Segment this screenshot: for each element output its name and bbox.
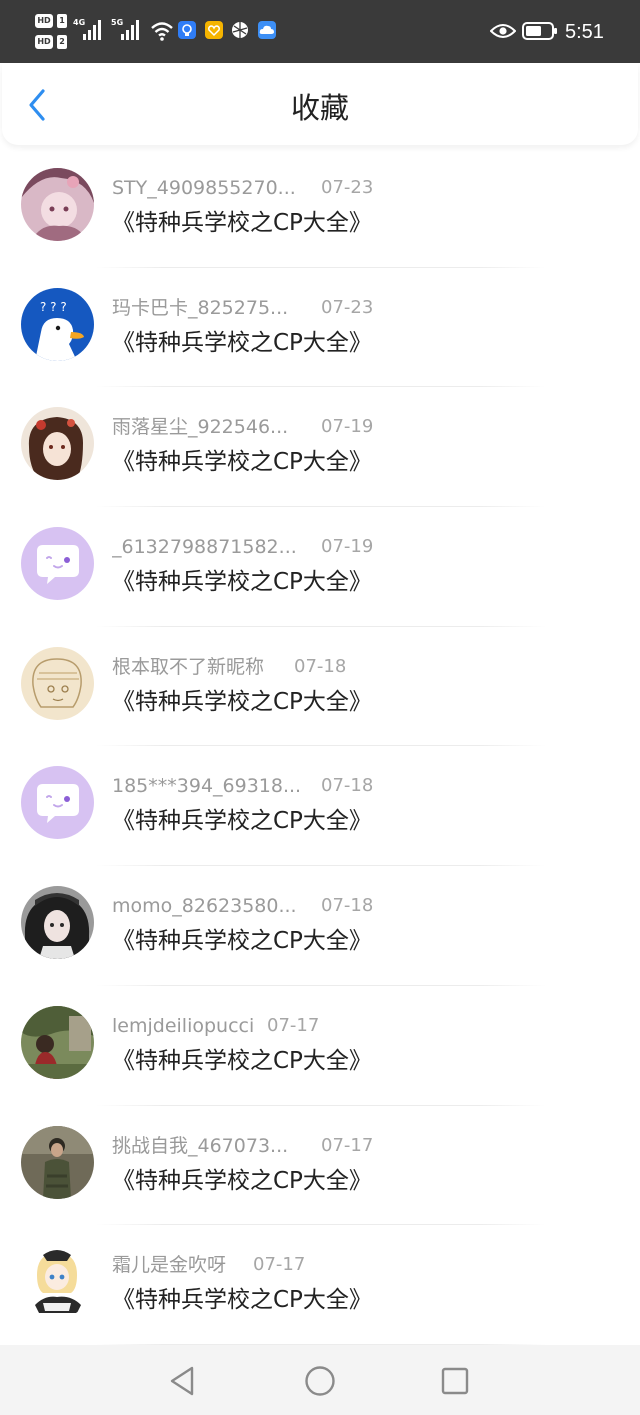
svg-text:? ? ?: ? ? ? [40, 300, 67, 314]
battery-icon [522, 22, 557, 40]
list-item[interactable]: 根本取不了新昵称 07-18 《特种兵学校之CP大全》 [0, 627, 640, 747]
book-title[interactable]: 《特种兵学校之CP大全》 [112, 1285, 372, 1315]
book-title[interactable]: 《特种兵学校之CP大全》 [112, 447, 372, 477]
book-title[interactable]: 《特种兵学校之CP大全》 [112, 1166, 372, 1196]
list-item[interactable]: 霜儿是金吹呀 07-17 《特种兵学校之CP大全》 [0, 1225, 640, 1345]
book-title[interactable]: 《特种兵学校之CP大全》 [112, 687, 372, 717]
cloud-app-icon [258, 21, 276, 39]
book-title[interactable]: 《特种兵学校之CP大全》 [112, 208, 372, 238]
username: momo_82623580... [112, 895, 297, 918]
book-title[interactable]: 《特种兵学校之CP大全》 [112, 1046, 372, 1076]
list-item[interactable]: _6132798871582... 07-19 《特种兵学校之CP大全》 [0, 507, 640, 627]
home-circle-icon [305, 1366, 335, 1396]
book-title[interactable]: 《特种兵学校之CP大全》 [112, 328, 372, 358]
signal-strength-2-icon: 5G [111, 18, 145, 42]
header: 收藏 [2, 63, 638, 145]
sim2-hd-label: HD [35, 35, 53, 49]
nav-home-button[interactable] [302, 1363, 338, 1399]
bulb-app-icon [178, 21, 196, 39]
book-title[interactable]: 《特种兵学校之CP大全》 [112, 567, 372, 597]
username: 玛卡巴卡_825275... [112, 296, 289, 319]
book-title[interactable]: 《特种兵学校之CP大全》 [112, 806, 372, 836]
date: 07-17 [267, 1014, 320, 1036]
status-time: 5:51 [565, 21, 604, 43]
list-item[interactable]: 挑战自我_467073... 07-17 《特种兵学校之CP大全》 [0, 1106, 640, 1226]
sim1-number: 1 [57, 14, 67, 28]
avatar[interactable] [21, 1245, 94, 1319]
date: 07-23 [321, 296, 374, 318]
avatar[interactable] [21, 407, 94, 481]
username: 挑战自我_467073... [112, 1134, 289, 1157]
sim1-indicator: HD 1 [35, 14, 67, 28]
date: 07-19 [321, 416, 374, 438]
back-triangle-icon [170, 1366, 194, 1396]
status-bar: HD 1 HD 2 4G 5G 5:51 [0, 0, 640, 63]
book-title[interactable]: 《特种兵学校之CP大全》 [112, 926, 372, 956]
list-item[interactable]: ? ? ? 玛卡巴卡_825275... 07-23 《特种兵学校之CP大全》 [0, 268, 640, 388]
sim2-indicator: HD 2 [35, 35, 67, 49]
date: 07-18 [321, 895, 374, 917]
username: 185***394_69318... [112, 775, 302, 798]
username: lemjdeiliopucci [112, 1014, 255, 1037]
date: 07-23 [321, 177, 374, 198]
username: 根本取不了新昵称 [112, 655, 265, 678]
default-avatar-icon [21, 527, 94, 601]
avatar[interactable] [21, 527, 94, 601]
signal-strength-1-icon: 4G [73, 18, 107, 42]
sim2-number: 2 [57, 35, 67, 49]
list-item[interactable]: momo_82623580... 07-18 《特种兵学校之CP大全》 [0, 866, 640, 986]
recent-square-icon [441, 1367, 469, 1395]
list-item[interactable]: STY_4909855270... 07-23 《特种兵学校之CP大全》 [0, 148, 640, 268]
avatar[interactable] [21, 646, 94, 720]
ball-app-icon [231, 21, 249, 39]
nav-recents-button[interactable] [437, 1363, 473, 1399]
system-navigation-bar [0, 1345, 640, 1415]
date: 07-17 [321, 1134, 374, 1156]
avatar[interactable] [21, 1005, 94, 1079]
avatar[interactable] [21, 168, 94, 241]
date: 07-18 [321, 775, 374, 797]
default-avatar-icon [21, 766, 94, 840]
list-item[interactable]: 雨落星尘_922546... 07-19 《特种兵学校之CP大全》 [0, 387, 640, 508]
date: 07-17 [253, 1254, 306, 1276]
username: 霜儿是金吹呀 [112, 1254, 227, 1277]
wifi-icon [151, 22, 173, 41]
date: 07-18 [294, 655, 347, 677]
avatar[interactable] [21, 766, 94, 840]
nav-back-button[interactable] [164, 1363, 200, 1399]
list-item[interactable]: lemjdeiliopucci 07-17 《特种兵学校之CP大全》 [0, 986, 640, 1106]
username: _6132798871582... [112, 536, 297, 559]
username: 雨落星尘_922546... [112, 416, 289, 439]
favorites-list: STY_4909855270... 07-23 《特种兵学校之CP大全》 ? ?… [0, 148, 640, 1345]
date: 07-19 [321, 536, 374, 558]
avatar[interactable] [21, 1125, 94, 1199]
page-title: 收藏 [290, 91, 349, 125]
username: STY_4909855270... [112, 177, 296, 199]
avatar[interactable]: ? ? ? [21, 287, 94, 361]
heart-app-icon [205, 21, 223, 39]
list-item[interactable]: 185***394_69318... 07-18 《特种兵学校之CP大全》 [0, 746, 640, 867]
eye-icon [490, 24, 516, 38]
avatar[interactable] [21, 886, 94, 960]
sim1-hd-label: HD [35, 14, 53, 28]
